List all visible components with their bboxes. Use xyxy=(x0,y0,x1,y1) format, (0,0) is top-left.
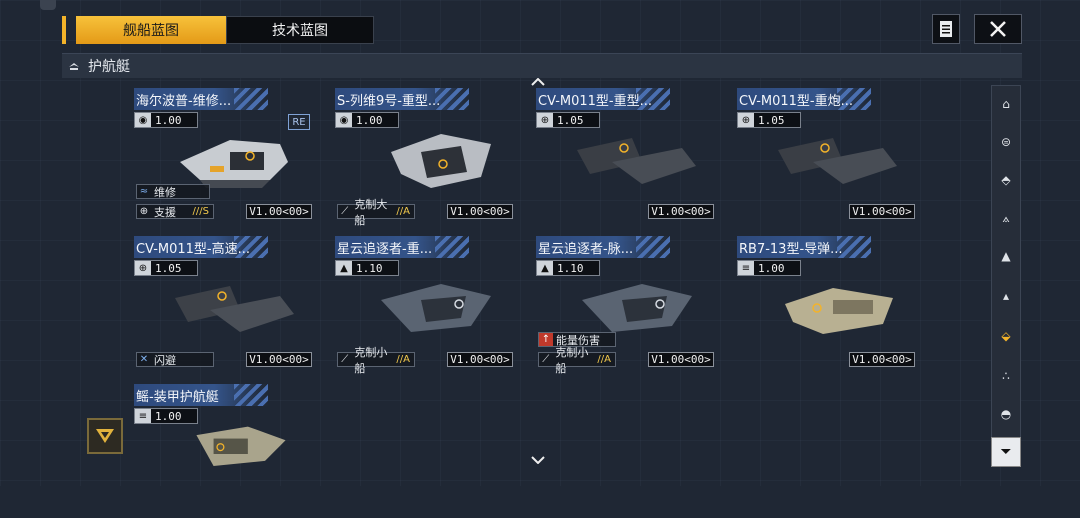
blueprint-card[interactable]: 星云追逐者-脉... ▲ 1.10 ↑ 能量伤害 ⟋ 克制小船 //A V1.00… xyxy=(536,236,714,375)
evade-icon: ✕ xyxy=(139,354,149,365)
document-icon xyxy=(940,21,952,37)
cost-icon: ⊕ xyxy=(738,113,754,127)
top-bar: 舰船蓝图 技术蓝图 xyxy=(62,14,1022,46)
card-title: S-列维9号-重型... xyxy=(337,94,441,109)
version-label: V1.00<00> xyxy=(246,352,312,367)
ship-image xyxy=(778,138,897,184)
repair-icon: ≈ xyxy=(139,186,149,197)
close-button[interactable] xyxy=(974,14,1022,44)
cost-icon: ▲ xyxy=(336,261,352,275)
rank-label: //A xyxy=(597,354,611,365)
destroyer-icon[interactable]: ⟑ xyxy=(992,204,1020,232)
ship-type-filter-panel: ⌂ ⊜ ⬘ ⟑ ▲ ▴ ⬙ ∴ ◓ xyxy=(991,85,1021,467)
tag-counter-small: ⟋ 克制小船 //A xyxy=(337,346,415,375)
escort-icon xyxy=(69,63,79,70)
title-stripes xyxy=(234,384,268,406)
version-label: V1.00<00> xyxy=(447,204,513,219)
cost-icon: ▲ xyxy=(537,261,553,275)
version-label: V1.00<00> xyxy=(648,352,714,367)
ship-image xyxy=(577,138,696,184)
tag-label: 闪避 xyxy=(154,353,176,367)
counter-icon: ⟋ xyxy=(341,354,349,365)
rank-label: //A xyxy=(396,206,410,217)
back-icon[interactable] xyxy=(40,0,56,10)
counter-icon: ⟋ xyxy=(542,354,550,365)
tag-label: 支援 xyxy=(154,205,176,219)
cost-icon: ◉ xyxy=(135,113,151,127)
card-title: CV-M011型-重型... xyxy=(538,94,653,109)
blueprint-card[interactable]: CV-M011型-重型... ⊕ 1.05 V1.00<00> xyxy=(536,88,714,222)
card-title: 海尔波普-维修... xyxy=(136,94,232,109)
card-title: 鳐-装甲护航艇 xyxy=(136,390,219,405)
version-label: V1.00<00> xyxy=(246,204,312,219)
card-title: CV-M011型-高速... xyxy=(136,242,251,257)
tag-label: 克制小船 xyxy=(555,345,589,375)
blueprint-card[interactable]: RB7-13型-导弹... ≡ 1.00 V1.00<00> xyxy=(737,236,915,370)
ship-image xyxy=(175,286,294,332)
battlecruiser-icon[interactable]: ⊜ xyxy=(992,128,1020,156)
tag-repair: ≈ 维修 xyxy=(136,184,210,199)
fighter-icon[interactable]: ∴ xyxy=(992,362,1020,390)
blueprint-card[interactable]: 海尔波普-维修... ◉ 1.00 RE ≈ 维修 ⊕ 支援 ///S V1.00… xyxy=(134,88,312,222)
cost-icon: ≡ xyxy=(135,409,151,423)
title-stripes xyxy=(435,236,469,258)
ship-image xyxy=(381,284,491,332)
version-label: V1.00<00> xyxy=(648,204,714,219)
ship-image xyxy=(785,288,893,334)
cost-icon: ◉ xyxy=(336,113,352,127)
close-icon xyxy=(990,21,1006,37)
tag-counter-small: ⟋ 克制小船 //A xyxy=(538,346,616,375)
category-label: 护航艇 xyxy=(88,59,130,75)
counter-icon: ⟋ xyxy=(341,206,349,217)
chevron-badge-icon xyxy=(96,429,114,443)
rank-label: ///S xyxy=(192,206,209,217)
tab-ship-blueprint[interactable]: 舰船蓝图 xyxy=(76,16,226,44)
escort-icon[interactable]: ⬙ xyxy=(992,322,1020,350)
support-icon: ⊕ xyxy=(139,206,149,217)
tag-label: 克制大船 xyxy=(354,197,388,227)
category-bar: 护航艇 xyxy=(62,53,1022,78)
tag-label: 克制小船 xyxy=(354,345,388,375)
version-label: V1.00<00> xyxy=(447,352,513,367)
ship-image xyxy=(391,134,491,188)
cost-icon: ⊕ xyxy=(537,113,553,127)
blueprint-card[interactable]: 星云追逐者-重... ▲ 1.10 ⟋ 克制小船 //A V1.00<00> xyxy=(335,236,513,375)
ship-image xyxy=(196,426,286,466)
ship-image xyxy=(582,284,692,332)
accent-tick xyxy=(62,16,66,44)
quick-access-button[interactable] xyxy=(87,418,123,454)
filter-button[interactable]: ⏷ xyxy=(991,437,1021,467)
card-title: RB7-13型-导弹... xyxy=(739,242,843,257)
blueprint-card[interactable]: 鳐-装甲护航艇 ≡ 1.00 xyxy=(134,384,312,518)
cruiser-icon[interactable]: ⬘ xyxy=(992,166,1020,194)
aux-icon[interactable]: ◓ xyxy=(992,400,1020,428)
cost-icon: ⊕ xyxy=(135,261,151,275)
blueprint-card[interactable]: S-列维9号-重型... ◉ 1.00 ⟋ 克制大船 //A V1.00<00> xyxy=(335,88,513,227)
title-stripes xyxy=(234,88,268,110)
blueprint-grid: 海尔波普-维修... ◉ 1.00 RE ≈ 维修 ⊕ 支援 ///S V1.00… xyxy=(134,88,915,466)
carrier-icon[interactable]: ⌂ xyxy=(992,90,1020,118)
title-stripes xyxy=(636,236,670,258)
frigate-icon[interactable]: ▲ xyxy=(992,242,1020,270)
document-button[interactable] xyxy=(932,14,960,44)
tab-tech-blueprint[interactable]: 技术蓝图 xyxy=(226,16,374,44)
card-title: 星云追逐者-脉... xyxy=(538,242,634,257)
version-label: V1.00<00> xyxy=(849,352,915,367)
ship-image xyxy=(180,140,288,188)
tag-counter-large: ⟋ 克制大船 //A xyxy=(337,198,415,227)
blueprint-card[interactable]: CV-M011型-高速... ⊕ 1.05 ✕ 闪避 V1.00<00> xyxy=(134,236,312,370)
energy-damage-icon: ↑ xyxy=(539,333,553,346)
tag-label: 维修 xyxy=(154,185,176,199)
card-title: CV-M011型-重炮... xyxy=(739,94,854,109)
scroll-up-icon[interactable] xyxy=(530,78,546,86)
rank-label: //A xyxy=(396,354,410,365)
tag-support: ⊕ 支援 ///S xyxy=(136,204,214,219)
cost-icon: ≡ xyxy=(738,261,754,275)
corvette-icon[interactable]: ▴ xyxy=(992,282,1020,310)
version-label: V1.00<00> xyxy=(849,204,915,219)
blueprint-card[interactable]: CV-M011型-重炮... ⊕ 1.05 V1.00<00> xyxy=(737,88,915,222)
filter-icon: ⏷ xyxy=(1000,444,1012,460)
card-title: 星云追逐者-重... xyxy=(337,242,433,257)
tag-evade: ✕ 闪避 xyxy=(136,352,214,367)
